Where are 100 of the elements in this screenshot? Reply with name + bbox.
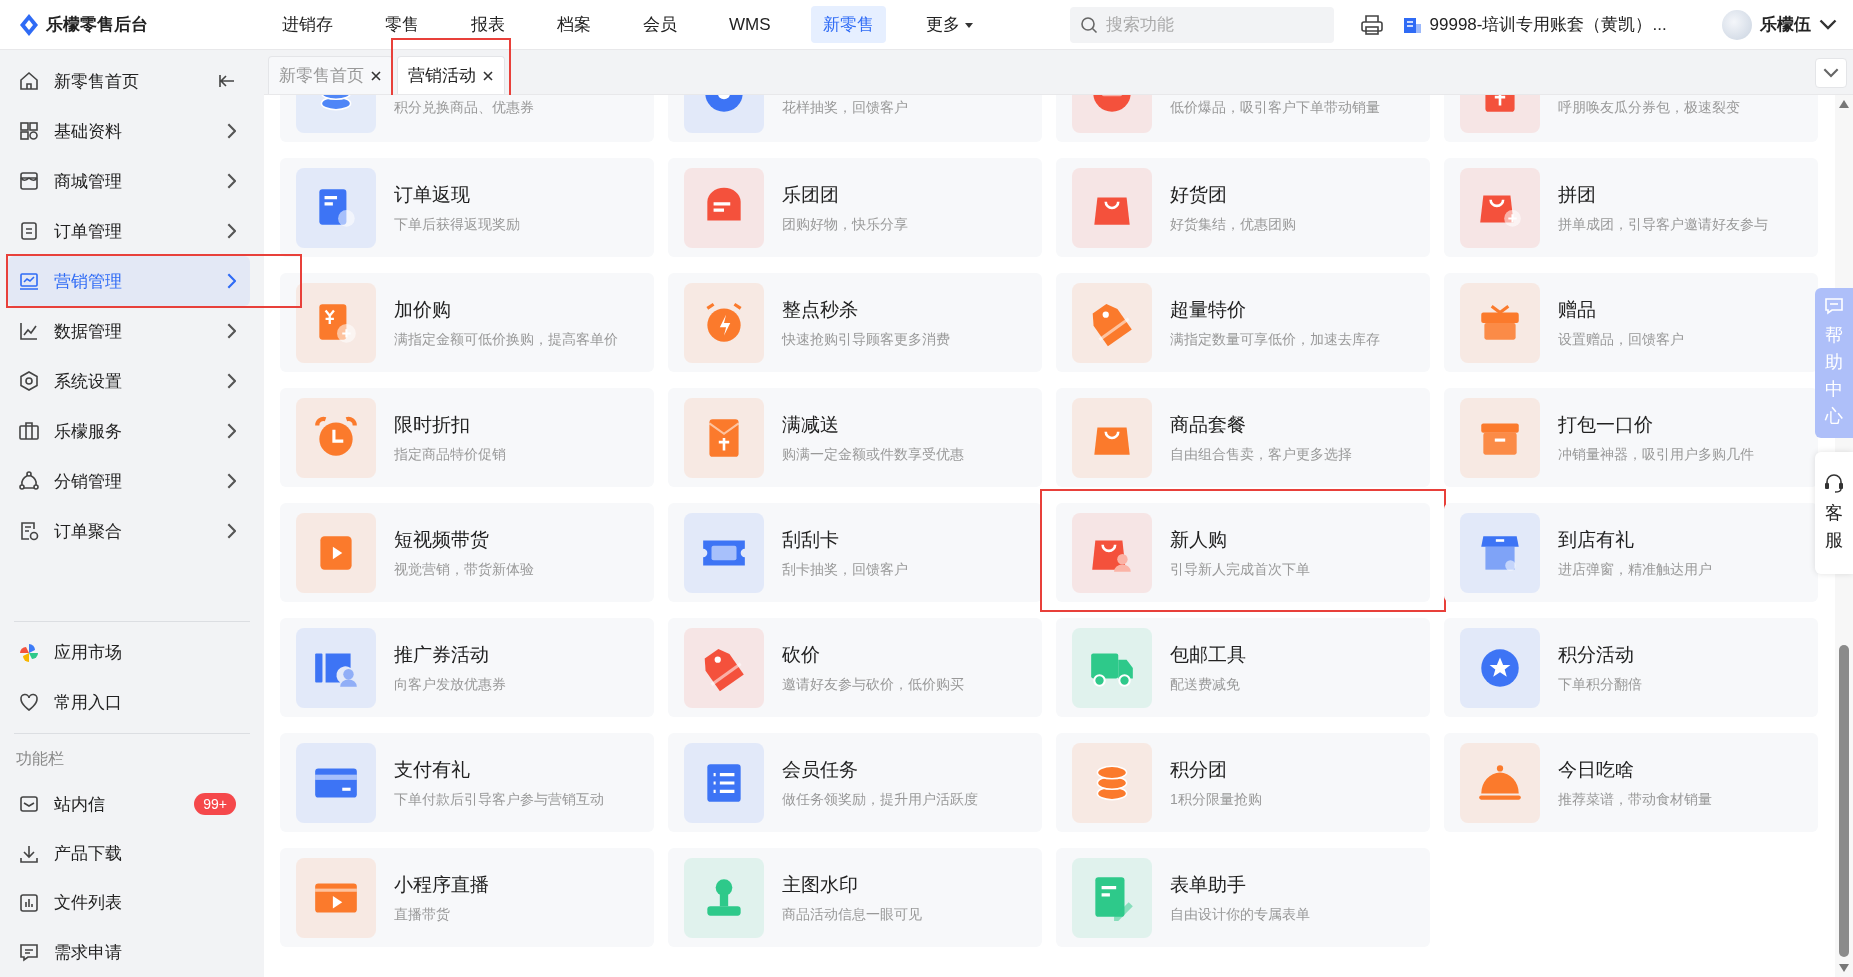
card-description: 刮卡抽奖，回馈客户 bbox=[782, 560, 908, 579]
sidebar-item[interactable]: 新零售首页 bbox=[8, 56, 250, 106]
card-title: 表单助手 bbox=[1170, 872, 1247, 897]
sidebar-item[interactable]: 数据管理 bbox=[8, 306, 250, 356]
activity-card[interactable]: 积分活动 下单积分翻倍 bbox=[1444, 618, 1818, 717]
card-description: 向客户发放优惠券 bbox=[394, 675, 506, 694]
activity-card[interactable]: 表单助手 自由设计你的专属表单 bbox=[1056, 848, 1430, 947]
search-field[interactable]: 搜索功能 bbox=[1069, 6, 1334, 43]
activity-card[interactable]: 商品套餐 自由组合售卖，客户更多选择 bbox=[1056, 388, 1430, 487]
activity-card[interactable]: 打包一口价 冲销量神器，吸引用户多购几件 bbox=[1444, 388, 1818, 487]
card-description: 满指定金额可低价换购，提高客单价 bbox=[394, 330, 618, 349]
activity-card[interactable]: 小程序直播 直播带货 bbox=[280, 848, 654, 947]
close-icon[interactable] bbox=[370, 69, 382, 82]
card-title: 超量特价 bbox=[1170, 297, 1247, 322]
activity-card[interactable]: 刮刮卡 刮卡抽奖，回馈客户 bbox=[668, 503, 1042, 602]
scroll-down-icon[interactable] bbox=[1838, 963, 1850, 973]
activity-card[interactable]: 好货团 好货集结，优惠团购 bbox=[1056, 158, 1430, 257]
document-gear-icon bbox=[18, 520, 40, 542]
card-title: 赠品 bbox=[1558, 297, 1597, 322]
card-description: 快速抢购引导顾客更多消费 bbox=[782, 330, 950, 349]
activity-card[interactable]: 今日吃啥 推荐菜谱，带动食材销量 bbox=[1444, 733, 1818, 832]
nav-tab[interactable]: 会员 bbox=[631, 6, 689, 43]
activity-card[interactable]: 乐团团 团购好物，快乐分享 bbox=[668, 158, 1042, 257]
card-description: 设置赠品，回馈客户 bbox=[1558, 330, 1684, 349]
activity-card[interactable]: 满减送 购满一定金额或件数享受优惠 bbox=[668, 388, 1042, 487]
sidebar-item[interactable]: 营销管理 bbox=[8, 256, 250, 306]
nav-tab[interactable]: 新零售 bbox=[810, 6, 886, 43]
sidebar-item[interactable]: 站内信 99+ bbox=[8, 779, 250, 829]
card-title: 订单返现 bbox=[394, 182, 471, 207]
chevron-right-icon bbox=[226, 323, 236, 339]
chevron-right-icon bbox=[226, 223, 236, 239]
activity-card[interactable]: 砍价 邀请好友参与砍价，低价购买 bbox=[668, 618, 1042, 717]
card-description: 配送费减免 bbox=[1170, 675, 1241, 694]
activity-card[interactable]: 短视频带货 视觉营销，带货新体验 bbox=[280, 503, 654, 602]
activity-card[interactable]: 主图水印 商品活动信息一眼可见 bbox=[668, 848, 1042, 947]
sidebar-item[interactable]: 应用市场 bbox=[8, 628, 250, 678]
card-description: 下单后获得返现奖励 bbox=[394, 215, 520, 234]
tabs-menu-button[interactable] bbox=[1815, 58, 1847, 88]
scroll-up-icon[interactable] bbox=[1838, 99, 1850, 109]
activity-card[interactable]: 加价购 满指定金额可低价换购，提高客单价 bbox=[280, 273, 654, 372]
card-title: 乐团团 bbox=[782, 182, 840, 207]
chevron-right-icon bbox=[226, 273, 236, 289]
user-menu[interactable]: 乐檬伍 bbox=[1722, 9, 1837, 40]
activity-card[interactable]: 到店有礼 进店弹窗，精准触达用户 bbox=[1444, 503, 1818, 602]
card-title: 短视频带货 bbox=[394, 527, 490, 552]
sidebar-item[interactable]: 系统设置 bbox=[8, 356, 250, 406]
activity-card[interactable]: 支付有礼 下单付款后引导客户参与营销互动 bbox=[280, 733, 654, 832]
customer-service-tab[interactable]: 客服 bbox=[1815, 452, 1853, 574]
card-description: 满指定数量可享低价，加速去库存 bbox=[1170, 330, 1380, 349]
sidebar-item[interactable]: 产品下载 bbox=[8, 828, 250, 879]
sidebar-item[interactable]: 订单管理 bbox=[8, 206, 250, 256]
sidebar-item[interactable]: 需求申请 bbox=[8, 927, 250, 977]
activity-card[interactable]: 超量特价 满指定数量可享低价，加速去库存 bbox=[1056, 273, 1430, 372]
card-title: 积分团 bbox=[1170, 757, 1228, 782]
activity-card[interactable]: 整点秒杀 快速抢购引导顾客更多消费 bbox=[668, 273, 1042, 372]
sidebar-item[interactable]: 商城管理 bbox=[8, 156, 250, 206]
nav-tab[interactable]: 零售 bbox=[373, 6, 431, 43]
activity-card[interactable]: 新人购 引导新人完成首次下单 bbox=[1056, 503, 1430, 602]
nav-tab[interactable]: 更多 bbox=[913, 6, 986, 43]
card-description: 指定商品特价促销 bbox=[394, 445, 506, 464]
card-title: 满减送 bbox=[782, 412, 840, 437]
headset-icon bbox=[1823, 472, 1845, 494]
sidebar-item[interactable]: 分销管理 bbox=[8, 456, 250, 506]
sidebar-item[interactable]: 常用入口 bbox=[8, 677, 250, 727]
account-switcher[interactable]: 99998-培训专用账套（黄凯）... bbox=[1401, 13, 1667, 36]
page-tab[interactable]: 营销活动 bbox=[397, 56, 505, 94]
nav-tab[interactable]: WMS bbox=[717, 7, 783, 42]
nav-tab[interactable]: 报表 bbox=[459, 6, 517, 43]
nav-tab[interactable]: 进销存 bbox=[270, 6, 345, 43]
sidebar-item[interactable]: 基础资料 bbox=[8, 106, 250, 156]
activity-card[interactable]: 推广券活动 向客户发放优惠券 bbox=[280, 618, 654, 717]
sidebar-item[interactable]: 乐檬服务 bbox=[8, 406, 250, 456]
scrollbar-thumb[interactable] bbox=[1839, 645, 1849, 957]
document-icon bbox=[18, 220, 40, 242]
activity-card[interactable]: 限时折扣 指定商品特价促销 bbox=[280, 388, 654, 487]
hexagon-settings-icon bbox=[18, 370, 40, 392]
sidebar-item[interactable]: 订单聚合 bbox=[8, 506, 250, 556]
close-icon[interactable] bbox=[482, 69, 494, 82]
section-title: 功能栏 bbox=[15, 749, 65, 770]
card-title: 好货团 bbox=[1170, 182, 1228, 207]
activity-card[interactable]: 包邮工具 配送费减免 bbox=[1056, 618, 1430, 717]
briefcase-icon bbox=[18, 420, 40, 442]
card-description: 视觉营销，带货新体验 bbox=[394, 560, 534, 579]
nav-tab[interactable]: 档案 bbox=[545, 6, 603, 43]
card-title: 拼团 bbox=[1558, 182, 1597, 207]
sidebar-item[interactable]: 文件列表 bbox=[8, 878, 250, 928]
card-description: 自由设计你的专属表单 bbox=[1170, 905, 1310, 924]
collapse-icon[interactable] bbox=[218, 72, 236, 90]
card-description: 自由组合售卖，客户更多选择 bbox=[1170, 445, 1352, 464]
card-description: 做任务领奖励，提升用户活跃度 bbox=[782, 790, 978, 809]
activity-card[interactable]: 积分团 1积分限量抢购 bbox=[1056, 733, 1430, 832]
activity-card[interactable]: 赠品 设置赠品，回馈客户 bbox=[1444, 273, 1818, 372]
activity-card[interactable]: 订单返现 下单后获得返现奖励 bbox=[280, 158, 654, 257]
heart-icon bbox=[18, 691, 40, 714]
card-title: 到店有礼 bbox=[1558, 527, 1635, 552]
activity-card[interactable]: 会员任务 做任务领奖励，提升用户活跃度 bbox=[668, 733, 1042, 832]
printer-icon[interactable] bbox=[1359, 12, 1384, 37]
chevron-down-icon bbox=[1819, 19, 1837, 30]
activity-card[interactable]: 拼团 拼单成团，引导客户邀请好友参与 bbox=[1444, 158, 1818, 257]
card-title: 打包一口价 bbox=[1558, 412, 1654, 437]
